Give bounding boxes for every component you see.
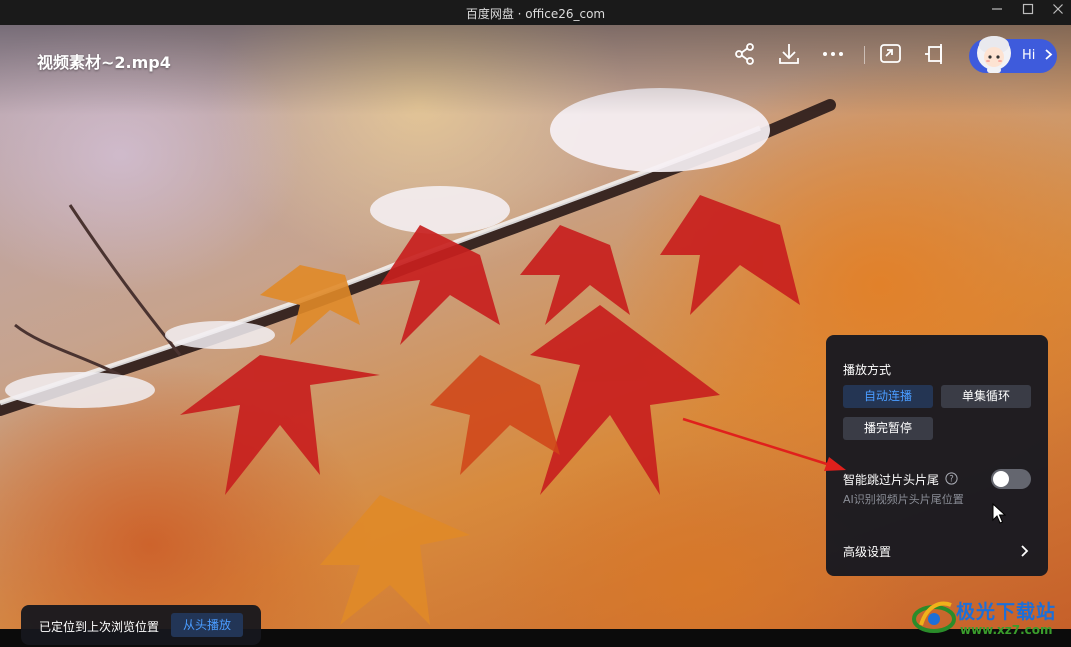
video-title: 视频素材~2.mp4: [37, 53, 171, 72]
chevron-right-icon: [1020, 543, 1030, 557]
play-from-start-button[interactable]: 从头播放: [171, 613, 243, 637]
maximize-icon[interactable]: [1018, 3, 1038, 21]
skip-intro-toggle[interactable]: [991, 469, 1031, 489]
advanced-settings-row[interactable]: 高级设置: [826, 533, 1048, 567]
help-icon[interactable]: ?: [945, 470, 958, 485]
assistant-avatar-icon[interactable]: [974, 33, 1014, 75]
close-icon[interactable]: [1048, 3, 1068, 21]
title-bar: 百度网盘 · office26_com: [0, 0, 1071, 25]
playback-settings-panel: 播放方式 自动连播 单集循环 播完暂停 智能跳过片头片尾 ? AI识别视频片头片…: [826, 335, 1048, 576]
skip-intro-description: AI识别视频片头片尾位置: [843, 493, 964, 506]
toggle-knob: [993, 471, 1009, 487]
mouse-cursor-icon: [992, 502, 1007, 525]
playback-mode-heading: 播放方式: [843, 363, 892, 377]
watermark-logo-icon: [911, 595, 957, 637]
picture-in-picture-icon[interactable]: [878, 42, 904, 66]
auto-play-next-button[interactable]: 自动连播: [843, 385, 933, 408]
advanced-settings-label: 高级设置: [843, 545, 892, 559]
window-title: 百度网盘 · office26_com: [465, 7, 606, 21]
resume-toast: 已定位到上次浏览位置 从头播放: [21, 605, 261, 645]
toast-message: 已定位到上次浏览位置: [39, 620, 160, 634]
watermark-url: www.xz7.com: [960, 623, 1053, 637]
toolbar-divider: [864, 46, 865, 64]
single-loop-button[interactable]: 单集循环: [941, 385, 1031, 408]
share-icon[interactable]: [732, 42, 758, 66]
minimize-icon[interactable]: [987, 3, 1007, 21]
chevron-right-icon: [1044, 49, 1052, 60]
player-window: 百度网盘 · office26_com 视频素材~2.mp4 Hi 播放方式 自…: [0, 0, 1071, 647]
assistant-label[interactable]: Hi: [1022, 48, 1053, 63]
more-icon[interactable]: [820, 42, 846, 66]
skip-intro-label: 智能跳过片头片尾: [843, 473, 940, 487]
assistant-label-text: Hi: [1022, 48, 1036, 63]
download-icon[interactable]: [776, 42, 802, 66]
pause-after-play-button[interactable]: 播完暂停: [843, 417, 933, 440]
watermark-title: 极光下载站: [956, 601, 1057, 623]
svg-text:?: ?: [949, 475, 954, 485]
mini-window-icon[interactable]: [922, 42, 948, 66]
